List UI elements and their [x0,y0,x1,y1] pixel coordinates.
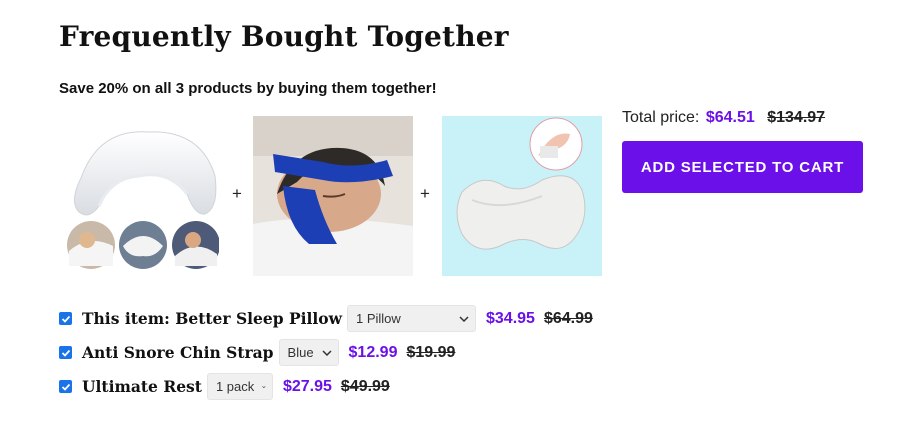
item-name: Anti Snore Chin Strap [82,343,274,362]
product-image-chin-strap[interactable] [253,116,413,276]
select-value: Blue [287,345,314,360]
item-original-price: $19.99 [406,343,456,361]
product-image-ultimate-rest[interactable] [442,116,602,276]
total-price-row: Total price: $64.51 $134.97 [622,109,825,127]
add-selected-to-cart-button[interactable]: ADD SELECTED TO CART [622,141,863,193]
page-title: Frequently Bought Together [59,20,509,53]
select-value: 1 Pillow [356,311,401,326]
select-value: 1 pack [215,379,255,394]
checkmark-icon [61,349,70,357]
option-select-pillow[interactable]: 1 Pillow [347,305,476,332]
plus-sign: + [232,184,242,203]
item-name: This item: Better Sleep Pillow [82,309,342,328]
checkbox-anti-snore-chin-strap[interactable] [59,346,72,359]
total-price-value: $64.51 [705,109,755,126]
chevron-down-icon [322,349,332,356]
checkmark-icon [61,383,70,391]
checkbox-ultimate-rest[interactable] [59,380,72,393]
thumbnail-2 [119,221,167,269]
thumbnail-3 [172,221,219,269]
checkbox-better-sleep-pillow[interactable] [59,312,72,325]
bundle-item-list: This item: Better Sleep Pillow 1 Pillow … [59,305,593,407]
total-price-label: Total price: [622,109,700,126]
thumbnail-1 [67,221,115,269]
list-item: Ultimate Rest 1 pack $27.95 $49.99 [59,373,593,400]
item-price: $12.99 [348,343,398,361]
item-name: Ultimate Rest [82,377,202,396]
option-select-pack[interactable]: 1 pack [206,373,273,400]
item-original-price: $64.99 [543,309,593,327]
total-original-price: $134.97 [767,109,826,126]
list-item: This item: Better Sleep Pillow 1 Pillow … [59,305,593,332]
item-price: $27.95 [282,377,332,395]
option-select-color[interactable]: Blue [278,339,339,366]
list-item: Anti Snore Chin Strap Blue $12.99 $19.99 [59,339,593,366]
item-price: $34.95 [486,309,535,327]
product-image-sleep-pillow[interactable] [59,116,219,276]
bundle-savings-text: Save 20% on all 3 products by buying the… [59,80,437,97]
chevron-down-icon [459,315,469,322]
item-original-price: $49.99 [340,377,390,395]
chevron-down-icon [262,385,266,388]
plus-sign: + [420,184,430,203]
checkmark-icon [61,315,70,323]
